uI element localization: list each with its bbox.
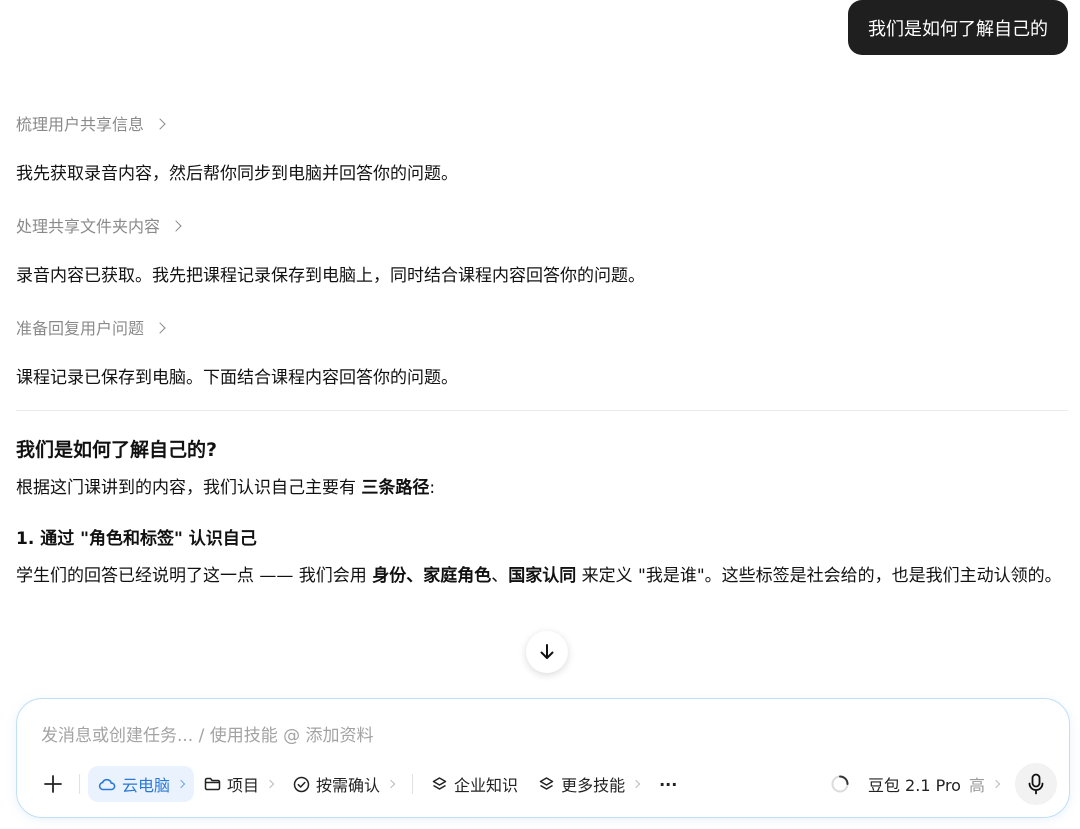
chat-input-box[interactable]: 发消息或创建任务... / 使用技能 @ 添加资料 云电脑 项目 按需确认 企业…	[16, 698, 1070, 818]
divider	[16, 410, 1068, 411]
more-options-button[interactable]: ···	[649, 766, 687, 802]
plus-icon	[44, 775, 62, 793]
more-skills-button[interactable]: 更多技能	[528, 766, 649, 802]
section-title: 1. 通过 "角色和标签" 认识自己	[16, 528, 257, 549]
step-header-1[interactable]: 梳理用户共享信息	[16, 110, 1068, 136]
answer-intro: 根据这门课讲到的内容，我们认识自己主要有 三条路径:	[16, 471, 1068, 505]
ellipsis-icon: ···	[659, 774, 678, 794]
user-message-bubble: 我们是如何了解自己的	[848, 0, 1068, 55]
project-button[interactable]: 项目	[194, 766, 283, 802]
confirm-label: 按需确认	[316, 776, 381, 795]
chevron-right-icon	[154, 117, 166, 130]
confirm-mode-button[interactable]: 按需确认	[283, 766, 404, 802]
model-selector[interactable]: 豆包 2.1 Pro 高	[822, 772, 1007, 796]
step-label: 处理共享文件夹内容	[16, 217, 161, 236]
layers-icon	[539, 776, 554, 790]
message-input[interactable]: 发消息或创建任务... / 使用技能 @ 添加资料	[41, 721, 374, 746]
chevron-right-icon	[170, 219, 182, 232]
scroll-to-bottom-button[interactable]	[526, 631, 568, 673]
layers-icon	[432, 776, 447, 790]
cloud-pc-label: 云电脑	[122, 776, 171, 795]
step-label: 准备回复用户问题	[16, 319, 145, 338]
step-message-1: 我先获取录音内容，然后帮你同步到电脑并回答你的问题。	[16, 163, 458, 184]
step-label: 梳理用户共享信息	[16, 115, 145, 134]
answer-title: 我们是如何了解自己的?	[16, 438, 218, 461]
enterprise-knowledge-button[interactable]: 企业知识	[421, 766, 528, 802]
model-name: 豆包 2.1 Pro	[867, 776, 961, 795]
separator	[79, 774, 80, 794]
cloud-pc-button[interactable]: 云电脑	[88, 766, 195, 802]
chevron-right-icon	[176, 779, 186, 789]
add-button[interactable]	[35, 766, 71, 802]
intro-suffix: :	[429, 478, 436, 498]
voice-input-button[interactable]	[1015, 763, 1057, 805]
chevron-right-icon	[631, 779, 641, 789]
arrow-down-icon	[540, 644, 554, 659]
conversation: 梳理用户共享信息 我先获取录音内容，然后帮你同步到电脑并回答你的问题。 处理共享…	[16, 110, 1068, 593]
more-skills-label: 更多技能	[561, 776, 626, 795]
step-message-2: 录音内容已获取。我先把课程记录保存到电脑上，同时结合课程内容回答你的问题。	[16, 265, 645, 286]
enterprise-label: 企业知识	[454, 776, 519, 795]
loading-spinner-icon	[831, 775, 849, 793]
para-bold: 国家认同	[508, 566, 577, 586]
cloud-icon	[98, 778, 116, 791]
intro-text: 根据这门课讲到的内容，我们认识自己主要有	[16, 478, 362, 498]
input-toolbar: 云电脑 项目 按需确认 企业知识 更多技能 ··· 豆包 2.1 Pro 高	[35, 763, 1057, 805]
step-header-3[interactable]: 准备回复用户问题	[16, 314, 1068, 340]
chevron-right-icon	[386, 779, 396, 789]
microphone-icon	[1028, 773, 1044, 795]
section-paragraph: 学生们的回答已经说明了这一点 —— 我们会用 身份、家庭角色、国家认同 来定义 …	[16, 559, 1068, 593]
model-level: 高	[968, 776, 985, 795]
chevron-right-icon	[265, 779, 275, 789]
chevron-right-icon	[154, 321, 166, 334]
check-circle-icon	[293, 776, 310, 792]
separator	[412, 774, 414, 794]
para-text: 来定义 "我是谁"。这些标签是社会给的，也是我们主动认领的。	[576, 566, 1062, 586]
step-header-2[interactable]: 处理共享文件夹内容	[16, 212, 1068, 238]
step-message-3: 课程记录已保存到电脑。下面结合课程内容回答你的问题。	[16, 367, 458, 388]
intro-bold: 三条路径	[361, 478, 430, 498]
project-label: 项目	[227, 776, 260, 795]
chevron-right-icon	[991, 779, 1001, 789]
para-text: 、	[491, 566, 509, 586]
folder-icon	[204, 777, 221, 791]
para-text: 学生们的回答已经说明了这一点 —— 我们会用	[16, 566, 373, 586]
para-bold: 身份、家庭角色	[372, 566, 492, 586]
user-message-text: 我们是如何了解自己的	[868, 18, 1048, 40]
